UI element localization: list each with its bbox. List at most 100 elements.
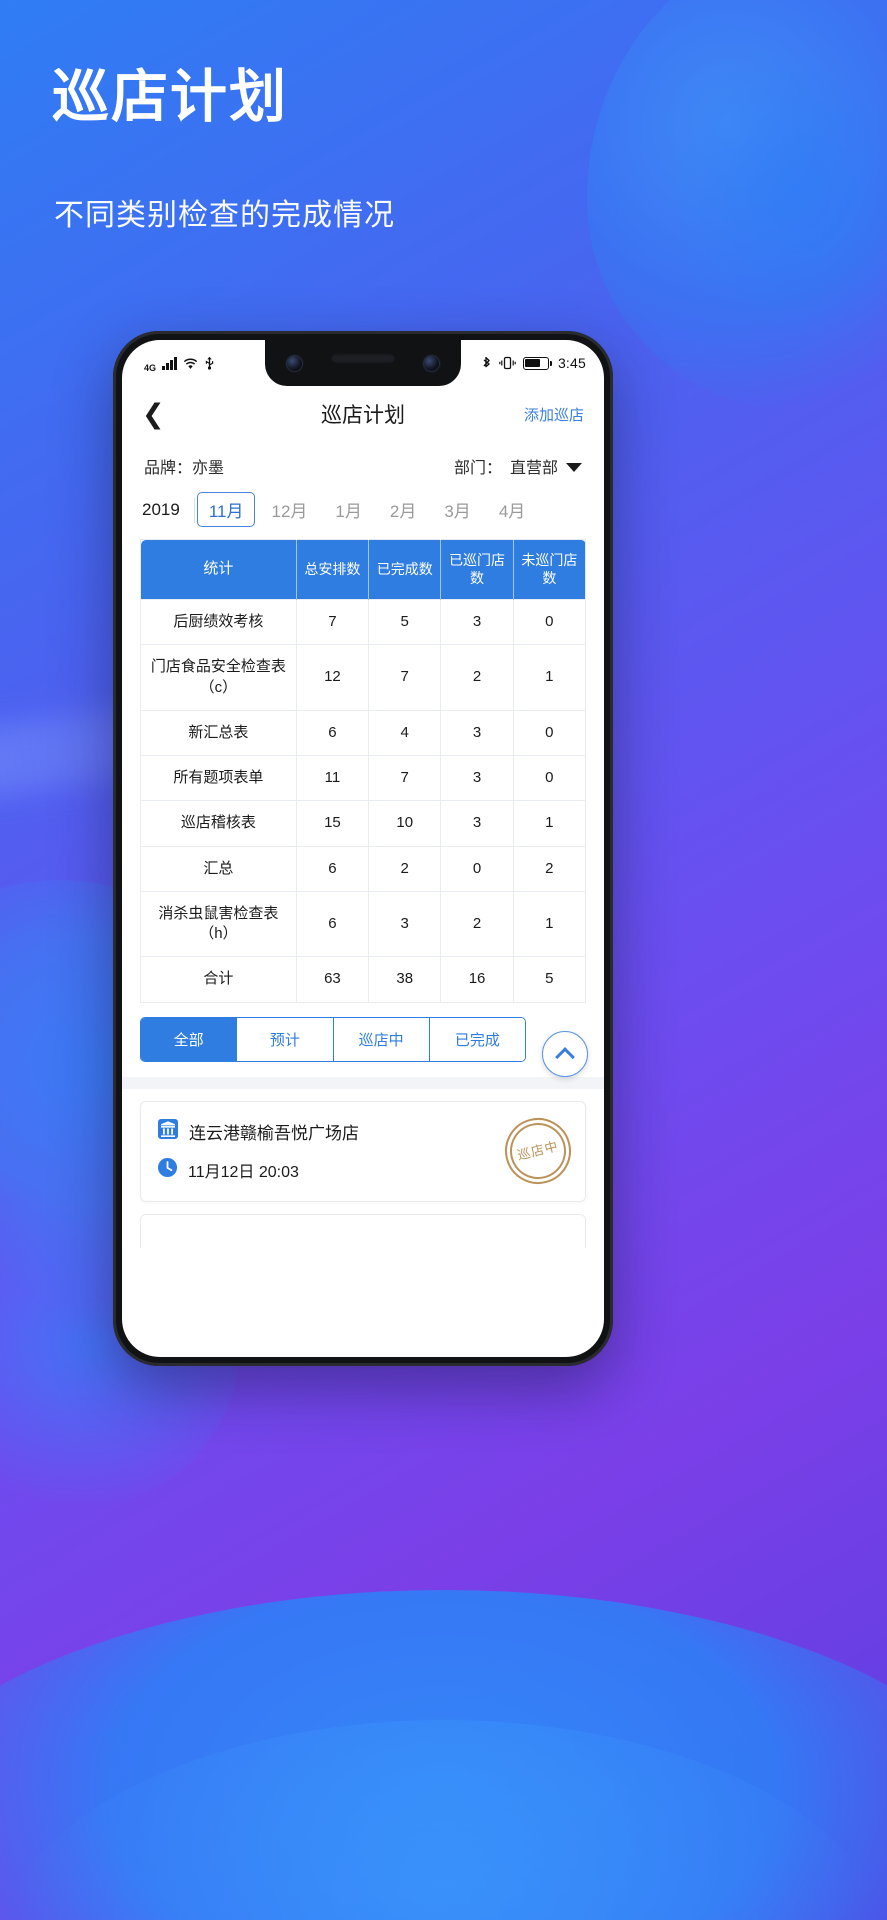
tab-in-progress[interactable]: 巡店中 xyxy=(332,1017,429,1061)
network-type-label: 4G xyxy=(144,363,157,373)
month-tab-12[interactable]: 12月 xyxy=(259,492,319,527)
row-name: 新汇总表 xyxy=(140,709,297,757)
usb-icon xyxy=(204,356,215,370)
scroll-to-top-button[interactable] xyxy=(542,1030,588,1077)
poster-subtitle: 不同类别检查的完成情况 xyxy=(54,199,395,232)
month-tab-3[interactable]: 3月 xyxy=(432,492,482,527)
row-done: 7 xyxy=(368,644,442,711)
stats-table: 统计 总安排数 已完成数 已巡门店数 未巡门店数 后厨绩效考核 7 5 3 0 xyxy=(140,539,587,1003)
row-total: 15 xyxy=(295,800,370,847)
row-done: 38 xyxy=(368,956,442,1003)
row-name: 汇总 xyxy=(140,845,297,892)
chevron-up-icon xyxy=(555,1046,575,1067)
signal-bars-icon xyxy=(162,356,177,370)
page-title: 巡店计划 xyxy=(321,404,405,427)
row-unvisited: 1 xyxy=(512,890,587,958)
poster-title: 巡店计划 xyxy=(52,65,288,129)
row-unvisited: 5 xyxy=(512,956,587,1003)
row-unvisited: 0 xyxy=(512,709,587,757)
wifi-icon xyxy=(183,357,198,370)
row-unvisited: 0 xyxy=(512,754,587,802)
row-name: 消杀虫鼠害检查表（h） xyxy=(140,890,297,958)
table-header-visited: 已巡门店数 xyxy=(440,539,514,600)
row-done: 5 xyxy=(368,598,442,646)
table-total-row: 合计 63 38 16 5 xyxy=(140,956,587,1003)
row-total: 6 xyxy=(295,709,370,757)
table-header-done: 已完成数 xyxy=(368,539,441,600)
clock-icon xyxy=(157,1157,178,1183)
department-selector[interactable]: 部门： 直营部 xyxy=(454,454,582,478)
row-visited: 3 xyxy=(440,800,514,847)
table-header-unvisited: 未巡门店数 xyxy=(512,539,586,600)
add-inspection-button[interactable]: 添加巡店 xyxy=(524,404,584,425)
department-value: 直营部 xyxy=(509,460,558,477)
status-filter-zone: 全部 预计 巡店中 已完成 xyxy=(122,1016,604,1077)
phone-device: 4G 3:45 ❮ 巡店计划 添加巡店 品牌：亦墨 部门： 直营部 2019 1… xyxy=(113,331,613,1366)
month-tab-4[interactable]: 4月 xyxy=(487,492,537,527)
store-icon xyxy=(157,1118,179,1145)
row-name: 后厨绩效考核 xyxy=(140,598,297,646)
row-unvisited: 1 xyxy=(512,644,587,711)
tab-expected[interactable]: 预计 xyxy=(236,1017,333,1061)
row-done: 4 xyxy=(368,709,442,757)
row-visited: 2 xyxy=(440,644,514,711)
department-label: 部门： xyxy=(453,460,502,477)
table-row: 巡店稽核表 15 10 3 1 xyxy=(140,800,587,847)
table-row: 新汇总表 6 4 3 0 xyxy=(140,709,587,757)
row-total: 11 xyxy=(295,754,370,802)
row-total: 6 xyxy=(295,845,370,892)
status-filter-tabs: 全部 预计 巡店中 已完成 xyxy=(140,1016,526,1062)
table-row: 门店食品安全检查表（c） 12 7 2 1 xyxy=(140,644,587,711)
row-name: 所有题项表单 xyxy=(140,754,297,802)
chevron-down-icon xyxy=(566,463,582,472)
row-name: 门店食品安全检查表（c） xyxy=(140,644,297,711)
row-visited: 3 xyxy=(440,598,514,646)
row-visited: 3 xyxy=(440,709,514,757)
store-name: 连云港赣榆吾悦广场店 xyxy=(189,1123,359,1143)
section-divider xyxy=(122,1076,604,1089)
row-done: 10 xyxy=(368,800,442,847)
year-label: 2019 xyxy=(142,499,180,519)
row-unvisited: 1 xyxy=(512,800,587,847)
row-done: 3 xyxy=(368,890,442,958)
status-bar: 4G 3:45 xyxy=(122,340,604,386)
row-done: 7 xyxy=(368,754,442,802)
table-header-row: 统计 总安排数 已完成数 已巡门店数 未巡门店数 xyxy=(140,539,586,600)
table-row: 消杀虫鼠害检查表（h） 6 3 2 1 xyxy=(140,890,587,958)
month-divider xyxy=(193,496,195,523)
row-total: 12 xyxy=(295,644,370,711)
month-tab-2[interactable]: 2月 xyxy=(378,492,428,527)
row-unvisited: 2 xyxy=(512,845,587,892)
stats-table-wrapper: 统计 总安排数 已完成数 已巡门店数 未巡门店数 后厨绩效考核 7 5 3 0 xyxy=(122,539,604,1003)
vibrate-icon xyxy=(499,356,516,370)
app-navbar: ❮ 巡店计划 添加巡店 xyxy=(122,386,604,442)
row-name: 合计 xyxy=(140,956,297,1003)
brand-label: 品牌：亦墨 xyxy=(144,460,225,477)
table-header-total: 总安排数 xyxy=(295,539,369,600)
row-total: 7 xyxy=(295,598,370,646)
row-visited: 2 xyxy=(440,890,514,958)
row-total: 63 xyxy=(295,956,370,1003)
inspection-time: 11月12日 20:03 xyxy=(188,1163,299,1181)
row-name: 巡店稽核表 xyxy=(140,800,297,847)
chevron-left-icon[interactable]: ❮ xyxy=(142,400,176,428)
row-visited: 16 xyxy=(440,956,514,1003)
table-row: 汇总 6 2 0 2 xyxy=(140,845,587,892)
inspection-list: 连云港赣榆吾悦广场店 11月12日 20:03 巡店中 xyxy=(122,1089,604,1202)
brand-department-row: 品牌：亦墨 部门： 直营部 xyxy=(122,442,604,488)
tab-completed[interactable]: 已完成 xyxy=(428,1017,525,1061)
month-tab-bar: 2019 11月 12月 1月 2月 3月 4月 xyxy=(122,488,604,539)
table-row: 后厨绩效考核 7 5 3 0 xyxy=(140,598,587,646)
next-inspection-card-peek[interactable] xyxy=(140,1213,586,1248)
inspection-card[interactable]: 连云港赣榆吾悦广场店 11月12日 20:03 巡店中 xyxy=(140,1100,586,1202)
status-bar-clock: 3:45 xyxy=(557,355,586,371)
row-visited: 0 xyxy=(440,845,514,892)
table-row: 所有题项表单 11 7 3 0 xyxy=(140,754,587,802)
row-visited: 3 xyxy=(440,754,514,802)
tab-all[interactable]: 全部 xyxy=(141,1017,237,1061)
month-tab-1[interactable]: 1月 xyxy=(323,492,373,527)
bluetooth-icon xyxy=(481,356,492,371)
month-tab-11[interactable]: 11月 xyxy=(196,492,256,527)
row-unvisited: 0 xyxy=(512,598,587,646)
row-done: 2 xyxy=(368,845,442,892)
